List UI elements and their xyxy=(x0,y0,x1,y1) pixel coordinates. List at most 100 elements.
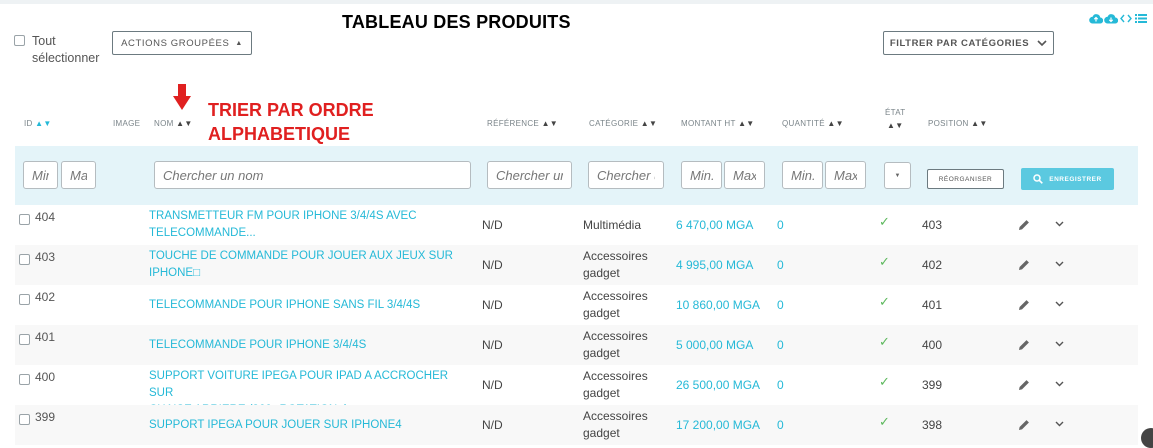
bulk-actions-button[interactable]: ACTIONS GROUPÉES ▲ xyxy=(112,31,252,55)
filter-categories-button[interactable]: FILTRER PAR CATÉGORIES xyxy=(883,31,1054,55)
row-checkbox[interactable] xyxy=(19,254,30,265)
edit-pencil-icon[interactable] xyxy=(1018,299,1030,311)
product-price[interactable]: 4 995,00 MGA xyxy=(676,258,753,272)
chevron-down-icon[interactable] xyxy=(1055,341,1064,347)
edit-pencil-icon[interactable] xyxy=(1018,419,1030,431)
sort-arrows-icon[interactable]: ▲▼ xyxy=(542,119,558,128)
product-reference: N/D xyxy=(482,378,503,392)
sort-arrows-icon[interactable]: ▲▼ xyxy=(641,119,657,128)
table-row[interactable]: 404 TRANSMETTEUR FM POUR IPHONE 3/4/4S AV… xyxy=(15,205,1138,245)
search-icon xyxy=(1033,174,1044,184)
list-icon[interactable] xyxy=(1135,13,1147,24)
name-search-input[interactable] xyxy=(154,161,471,189)
table-row[interactable]: 403 TOUCHE DE COMMANDE POUR JOUER AUX JEU… xyxy=(15,245,1138,285)
status-enabled-icon[interactable]: ✓ xyxy=(879,414,890,430)
edit-pencil-icon[interactable] xyxy=(1018,259,1030,271)
product-price[interactable]: 17 200,00 MGA xyxy=(676,418,760,432)
cloud-download-icon[interactable] xyxy=(1104,13,1118,24)
product-position: 398 xyxy=(922,418,943,432)
status-enabled-icon[interactable]: ✓ xyxy=(879,334,890,350)
status-enabled-icon[interactable]: ✓ xyxy=(879,294,890,310)
header-category[interactable]: CATÉGORIE ▲▼ xyxy=(589,119,657,128)
sort-arrows-icon[interactable]: ▲▼ xyxy=(176,119,192,128)
sort-arrows-icon[interactable]: ▲▼ xyxy=(885,119,905,132)
caret-down-icon: ▼ xyxy=(894,172,901,179)
chevron-down-icon[interactable] xyxy=(1055,421,1064,427)
sort-arrows-icon[interactable]: ▲▼ xyxy=(827,119,843,128)
id-min-input[interactable] xyxy=(23,161,58,189)
product-category: Accessoires gadget xyxy=(583,369,648,400)
sort-arrows-icon[interactable]: ▲▼ xyxy=(738,119,754,128)
product-reference: N/D xyxy=(482,338,503,352)
chevron-down-icon xyxy=(1037,39,1047,46)
product-id: 400 xyxy=(35,370,56,384)
product-quantity[interactable]: 0 xyxy=(777,298,784,312)
product-price[interactable]: 6 470,00 MGA xyxy=(676,218,753,232)
quantity-max-input[interactable] xyxy=(825,161,866,189)
price-max-input[interactable] xyxy=(724,161,765,189)
row-checkbox[interactable] xyxy=(19,374,30,385)
header-reference[interactable]: RÉFÉRENCE ▲▼ xyxy=(487,119,558,128)
header-status[interactable]: ÉTAT ▲▼ xyxy=(885,106,905,132)
table-row[interactable]: 401 TELECOMMANDE POUR IPHONE 3/4/4S N/D Acc… xyxy=(15,325,1138,365)
chevron-down-icon[interactable] xyxy=(1055,261,1064,267)
product-name-link[interactable]: TELECOMMANDE POUR IPHONE SANS FIL 3/4/4S xyxy=(149,297,469,314)
product-position: 401 xyxy=(922,298,943,312)
header-name[interactable]: NOM ▲▼ xyxy=(154,119,193,128)
product-category: Accessoires gadget xyxy=(583,249,648,280)
row-checkbox[interactable] xyxy=(19,214,30,225)
product-category: Multimédia xyxy=(583,218,642,232)
product-quantity[interactable]: 0 xyxy=(777,378,784,392)
product-quantity[interactable]: 0 xyxy=(777,218,784,232)
corner-badge xyxy=(1141,428,1153,448)
id-max-input[interactable] xyxy=(61,161,96,189)
reference-search-input[interactable] xyxy=(487,161,572,189)
row-checkbox[interactable] xyxy=(19,414,30,425)
table-row[interactable]: 399 SUPPORT IPEGA POUR JOUER SUR IPHONE4 N… xyxy=(15,405,1138,445)
row-checkbox[interactable] xyxy=(19,294,30,305)
chevron-down-icon[interactable] xyxy=(1055,381,1064,387)
status-enabled-icon[interactable]: ✓ xyxy=(879,254,890,270)
chevron-down-icon[interactable] xyxy=(1055,221,1064,227)
status-enabled-icon[interactable]: ✓ xyxy=(879,214,890,230)
page-title: TABLEAU DES PRODUITS xyxy=(342,12,571,32)
edit-pencil-icon[interactable] xyxy=(1018,219,1030,231)
product-name-link[interactable]: TELECOMMANDE POUR IPHONE 3/4/4S xyxy=(149,337,469,354)
product-price[interactable]: 5 000,00 MGA xyxy=(676,338,753,352)
select-all-label: Tout sélectionner xyxy=(32,34,100,65)
code-icon[interactable] xyxy=(1120,13,1132,24)
header-id[interactable]: ID ▲▼ xyxy=(24,119,52,128)
select-all-checkbox[interactable] xyxy=(14,35,25,46)
product-name-link[interactable]: TRANSMETTEUR FM POUR IPHONE 3/4/4S AVEC T… xyxy=(149,208,469,242)
product-id: 403 xyxy=(35,250,56,264)
sort-arrows-icon[interactable]: ▲▼ xyxy=(971,119,987,128)
sort-arrows-icon[interactable]: ▲▼ xyxy=(35,119,51,128)
table-row[interactable]: 400 SUPPORT VOITURE IPEGA POUR IPAD A ACC… xyxy=(15,365,1138,416)
category-search-input[interactable] xyxy=(588,161,664,189)
edit-pencil-icon[interactable] xyxy=(1018,379,1030,391)
status-filter-select[interactable]: ▼ xyxy=(884,162,911,189)
save-button[interactable]: ENREGISTRER xyxy=(1021,168,1114,190)
chevron-down-icon[interactable] xyxy=(1055,301,1064,307)
product-reference: N/D xyxy=(482,298,503,312)
product-quantity[interactable]: 0 xyxy=(777,338,784,352)
product-quantity[interactable]: 0 xyxy=(777,258,784,272)
status-enabled-icon[interactable]: ✓ xyxy=(879,374,890,390)
quantity-min-input[interactable] xyxy=(782,161,823,189)
cloud-upload-icon[interactable] xyxy=(1089,13,1103,24)
product-price[interactable]: 10 860,00 MGA xyxy=(676,298,760,312)
product-position: 399 xyxy=(922,378,943,392)
row-checkbox[interactable] xyxy=(19,334,30,345)
header-quantity[interactable]: QUANTITÉ ▲▼ xyxy=(782,119,844,128)
caret-up-icon: ▲ xyxy=(235,39,243,47)
edit-pencil-icon[interactable] xyxy=(1018,339,1030,351)
product-price[interactable]: 26 500,00 MGA xyxy=(676,378,760,392)
price-min-input[interactable] xyxy=(681,161,722,189)
product-name-link[interactable]: SUPPORT IPEGA POUR JOUER SUR IPHONE4 xyxy=(149,417,469,434)
product-quantity[interactable]: 0 xyxy=(777,418,784,432)
reorganize-button[interactable]: RÉORGANISER xyxy=(927,169,1004,189)
header-price[interactable]: MONTANT HT ▲▼ xyxy=(681,119,755,128)
header-position[interactable]: POSITION ▲▼ xyxy=(928,119,988,128)
table-row[interactable]: 402 TELECOMMANDE POUR IPHONE SANS FIL 3/4… xyxy=(15,285,1138,325)
product-name-link[interactable]: TOUCHE DE COMMANDE POUR JOUER AUX JEUX S… xyxy=(149,248,469,282)
